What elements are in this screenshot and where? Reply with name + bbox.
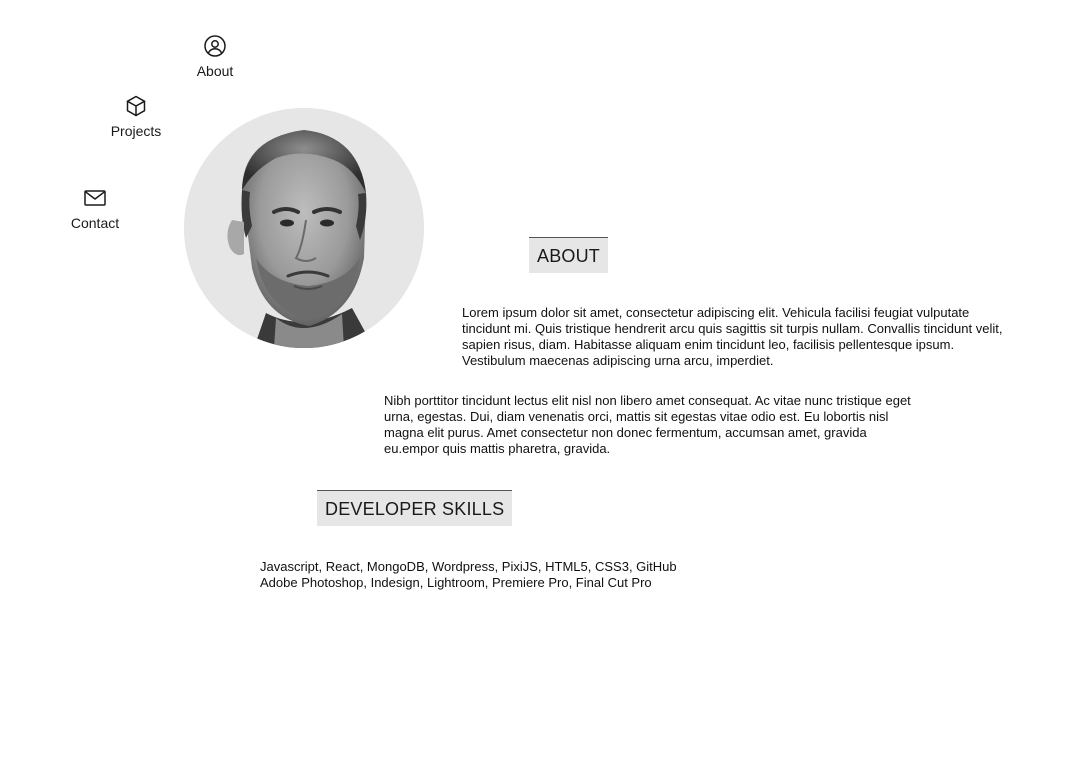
skills-line-design: Adobe Photoshop, Indesign, Lightroom, Pr… [260,575,652,590]
nav-contact-label: Contact [70,215,120,231]
avatar [184,108,424,348]
nav-contact[interactable]: Contact [55,188,135,231]
nav-projects-label: Projects [110,123,162,139]
about-paragraph-2: Nibh porttitor tincidunt lectus elit nis… [384,393,911,456]
about-paragraph-1: Lorem ipsum dolor sit amet, consectetur … [462,305,1003,368]
skills-line-dev: Javascript, React, MongoDB, Wordpress, P… [260,559,677,574]
about-heading: ABOUT [529,237,609,273]
envelope-icon [83,188,107,208]
user-circle-icon [203,34,227,58]
skills-list: Javascript, React, MongoDB, Wordpress, P… [260,559,760,591]
portfolio-page: About Projects Contact ABOUT Lorem ipsum… [0,0,1080,769]
nav-projects[interactable]: Projects [96,94,176,139]
nav-about[interactable]: About [175,34,255,79]
portrait-photo [184,108,424,348]
skills-heading: DEVELOPER SKILLS [317,490,513,526]
nav-about-label: About [196,63,234,79]
cube-icon [124,94,148,118]
